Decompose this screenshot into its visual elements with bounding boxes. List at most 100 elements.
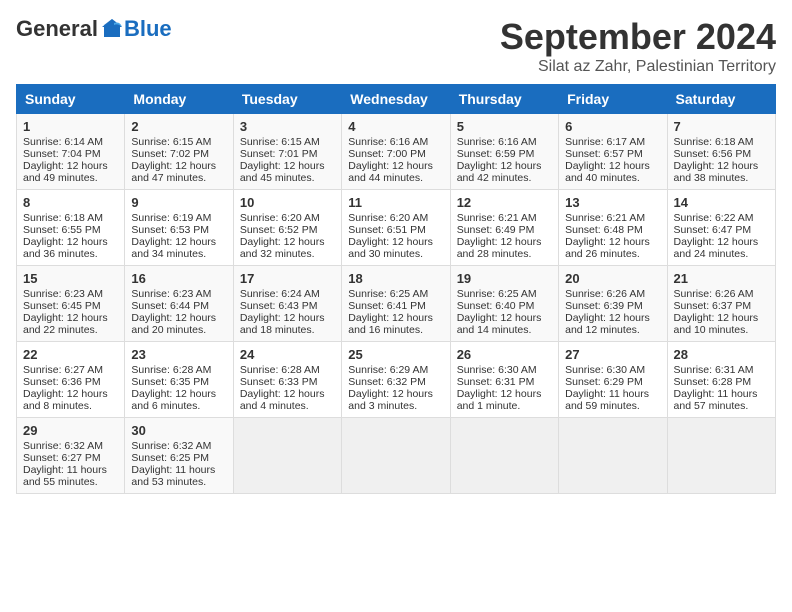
- daylight-label: Daylight: 12 hours and 14 minutes.: [457, 312, 542, 336]
- sunrise-label: Sunrise: 6:17 AM: [565, 136, 645, 148]
- calendar-cell: 19 Sunrise: 6:25 AM Sunset: 6:40 PM Dayl…: [450, 266, 558, 342]
- calendar-cell: 5 Sunrise: 6:16 AM Sunset: 6:59 PM Dayli…: [450, 114, 558, 190]
- day-number: 17: [240, 271, 335, 286]
- day-header-friday: Friday: [559, 85, 667, 114]
- calendar-cell: 11 Sunrise: 6:20 AM Sunset: 6:51 PM Dayl…: [342, 190, 450, 266]
- daylight-label: Daylight: 12 hours and 40 minutes.: [565, 160, 650, 184]
- sunrise-label: Sunrise: 6:29 AM: [348, 364, 428, 376]
- main-title: September 2024: [500, 16, 776, 58]
- day-header-tuesday: Tuesday: [233, 85, 341, 114]
- calendar-cell: 9 Sunrise: 6:19 AM Sunset: 6:53 PM Dayli…: [125, 190, 233, 266]
- daylight-label: Daylight: 12 hours and 24 minutes.: [674, 236, 759, 260]
- logo-icon: [100, 17, 124, 41]
- calendar-cell: 27 Sunrise: 6:30 AM Sunset: 6:29 PM Dayl…: [559, 342, 667, 418]
- title-block: September 2024 Silat az Zahr, Palestinia…: [500, 16, 776, 76]
- day-number: 30: [131, 423, 226, 438]
- sunset-label: Sunset: 7:01 PM: [240, 148, 318, 160]
- calendar-cell: 29 Sunrise: 6:32 AM Sunset: 6:27 PM Dayl…: [17, 418, 125, 494]
- day-number: 16: [131, 271, 226, 286]
- day-number: 5: [457, 119, 552, 134]
- sunset-label: Sunset: 6:52 PM: [240, 224, 318, 236]
- sunrise-label: Sunrise: 6:20 AM: [240, 212, 320, 224]
- calendar-cell: 15 Sunrise: 6:23 AM Sunset: 6:45 PM Dayl…: [17, 266, 125, 342]
- sunset-label: Sunset: 6:27 PM: [23, 452, 101, 464]
- day-header-thursday: Thursday: [450, 85, 558, 114]
- day-number: 7: [674, 119, 769, 134]
- daylight-label: Daylight: 12 hours and 3 minutes.: [348, 388, 433, 412]
- daylight-label: Daylight: 12 hours and 47 minutes.: [131, 160, 216, 184]
- sunset-label: Sunset: 6:28 PM: [674, 376, 752, 388]
- sunset-label: Sunset: 7:02 PM: [131, 148, 209, 160]
- day-number: 26: [457, 347, 552, 362]
- day-number: 11: [348, 195, 443, 210]
- calendar-week-4: 22 Sunrise: 6:27 AM Sunset: 6:36 PM Dayl…: [17, 342, 776, 418]
- day-number: 29: [23, 423, 118, 438]
- sunrise-label: Sunrise: 6:25 AM: [348, 288, 428, 300]
- sunrise-label: Sunrise: 6:26 AM: [674, 288, 754, 300]
- sunset-label: Sunset: 6:29 PM: [565, 376, 643, 388]
- calendar-cell: 18 Sunrise: 6:25 AM Sunset: 6:41 PM Dayl…: [342, 266, 450, 342]
- day-header-sunday: Sunday: [17, 85, 125, 114]
- sunset-label: Sunset: 6:39 PM: [565, 300, 643, 312]
- daylight-label: Daylight: 12 hours and 20 minutes.: [131, 312, 216, 336]
- sunrise-label: Sunrise: 6:19 AM: [131, 212, 211, 224]
- calendar-cell: 14 Sunrise: 6:22 AM Sunset: 6:47 PM Dayl…: [667, 190, 775, 266]
- sunrise-label: Sunrise: 6:32 AM: [23, 440, 103, 452]
- calendar-cell: 7 Sunrise: 6:18 AM Sunset: 6:56 PM Dayli…: [667, 114, 775, 190]
- daylight-label: Daylight: 12 hours and 38 minutes.: [674, 160, 759, 184]
- calendar-week-3: 15 Sunrise: 6:23 AM Sunset: 6:45 PM Dayl…: [17, 266, 776, 342]
- sunset-label: Sunset: 6:31 PM: [457, 376, 535, 388]
- sunrise-label: Sunrise: 6:15 AM: [240, 136, 320, 148]
- calendar-header-row: SundayMondayTuesdayWednesdayThursdayFrid…: [17, 85, 776, 114]
- calendar-cell: 10 Sunrise: 6:20 AM Sunset: 6:52 PM Dayl…: [233, 190, 341, 266]
- day-number: 25: [348, 347, 443, 362]
- daylight-label: Daylight: 11 hours and 53 minutes.: [131, 464, 215, 488]
- sunrise-label: Sunrise: 6:30 AM: [457, 364, 537, 376]
- calendar-week-1: 1 Sunrise: 6:14 AM Sunset: 7:04 PM Dayli…: [17, 114, 776, 190]
- sunset-label: Sunset: 6:56 PM: [674, 148, 752, 160]
- daylight-label: Daylight: 12 hours and 49 minutes.: [23, 160, 108, 184]
- sunset-label: Sunset: 6:40 PM: [457, 300, 535, 312]
- day-header-monday: Monday: [125, 85, 233, 114]
- sunrise-label: Sunrise: 6:21 AM: [457, 212, 537, 224]
- day-number: 23: [131, 347, 226, 362]
- sunset-label: Sunset: 6:41 PM: [348, 300, 426, 312]
- calendar-cell: 23 Sunrise: 6:28 AM Sunset: 6:35 PM Dayl…: [125, 342, 233, 418]
- day-number: 18: [348, 271, 443, 286]
- day-number: 13: [565, 195, 660, 210]
- daylight-label: Daylight: 12 hours and 4 minutes.: [240, 388, 325, 412]
- calendar-table: SundayMondayTuesdayWednesdayThursdayFrid…: [16, 84, 776, 494]
- sunset-label: Sunset: 6:53 PM: [131, 224, 209, 236]
- daylight-label: Daylight: 12 hours and 34 minutes.: [131, 236, 216, 260]
- day-number: 28: [674, 347, 769, 362]
- sunrise-label: Sunrise: 6:16 AM: [348, 136, 428, 148]
- calendar-cell: [233, 418, 341, 494]
- daylight-label: Daylight: 12 hours and 30 minutes.: [348, 236, 433, 260]
- sunrise-label: Sunrise: 6:27 AM: [23, 364, 103, 376]
- daylight-label: Daylight: 12 hours and 26 minutes.: [565, 236, 650, 260]
- sunrise-label: Sunrise: 6:22 AM: [674, 212, 754, 224]
- day-number: 20: [565, 271, 660, 286]
- daylight-label: Daylight: 12 hours and 1 minute.: [457, 388, 542, 412]
- calendar-cell: 8 Sunrise: 6:18 AM Sunset: 6:55 PM Dayli…: [17, 190, 125, 266]
- daylight-label: Daylight: 12 hours and 16 minutes.: [348, 312, 433, 336]
- day-number: 19: [457, 271, 552, 286]
- calendar-cell: 4 Sunrise: 6:16 AM Sunset: 7:00 PM Dayli…: [342, 114, 450, 190]
- calendar-cell: 12 Sunrise: 6:21 AM Sunset: 6:49 PM Dayl…: [450, 190, 558, 266]
- sunrise-label: Sunrise: 6:24 AM: [240, 288, 320, 300]
- calendar-cell: 1 Sunrise: 6:14 AM Sunset: 7:04 PM Dayli…: [17, 114, 125, 190]
- calendar-cell: 13 Sunrise: 6:21 AM Sunset: 6:48 PM Dayl…: [559, 190, 667, 266]
- day-number: 10: [240, 195, 335, 210]
- sunset-label: Sunset: 6:57 PM: [565, 148, 643, 160]
- calendar-cell: [559, 418, 667, 494]
- logo-general: General: [16, 16, 98, 42]
- daylight-label: Daylight: 11 hours and 55 minutes.: [23, 464, 107, 488]
- sunrise-label: Sunrise: 6:20 AM: [348, 212, 428, 224]
- day-number: 4: [348, 119, 443, 134]
- calendar-cell: 25 Sunrise: 6:29 AM Sunset: 6:32 PM Dayl…: [342, 342, 450, 418]
- daylight-label: Daylight: 11 hours and 57 minutes.: [674, 388, 758, 412]
- sunrise-label: Sunrise: 6:23 AM: [23, 288, 103, 300]
- day-number: 9: [131, 195, 226, 210]
- day-number: 6: [565, 119, 660, 134]
- day-number: 1: [23, 119, 118, 134]
